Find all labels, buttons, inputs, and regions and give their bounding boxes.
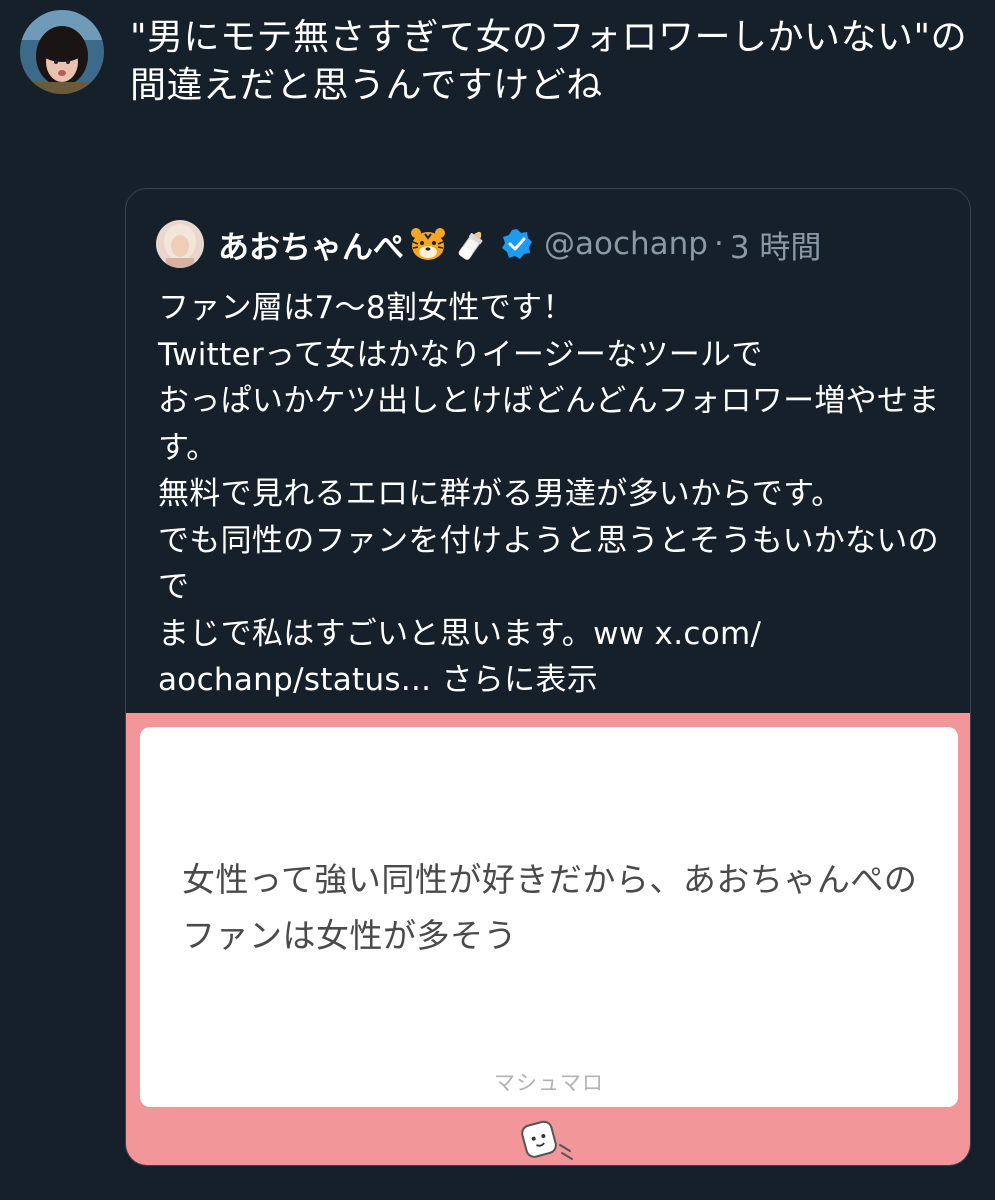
author-avatar[interactable]	[20, 10, 104, 94]
marshmallow-image[interactable]: 女性って強い同性が好きだから、あおちゃんぺのファンは女性が多そう マシュマロ	[126, 713, 970, 1165]
verified-badge-icon	[500, 227, 534, 261]
separator-dot: ·	[713, 226, 724, 262]
quoted-tweet-body: ファン層は7〜8割女性です！ Twitterって女はかなりイージーなツールで お…	[158, 285, 948, 704]
quoted-tweet-time[interactable]: 3 時間	[730, 222, 822, 267]
marshmallow-card: 女性って強い同性が好きだから、あおちゃんぺのファンは女性が多そう マシュマロ	[140, 727, 958, 1107]
tweet-text: "男にモテ無さすぎて女のフォロワーしかいない"の間違えだと思うんですけどね	[130, 17, 968, 106]
tiger-face-icon	[408, 224, 448, 264]
show-more-link[interactable]: さらに表示	[442, 662, 599, 698]
marshmallow-question: 女性って強い同性が好きだから、あおちゃんぺのファンは女性が多そう	[182, 860, 918, 955]
quoted-tweet[interactable]: あおちゃんぺ @aochanp · 3 時間 ファン層は7〜8割女性です！ Tw…	[125, 188, 971, 1166]
baby-bottle-icon	[452, 224, 492, 264]
quoted-tweet-header: あおちゃんぺ @aochanp · 3 時間	[156, 219, 956, 269]
quoted-author-name[interactable]: あおちゃんぺ	[218, 222, 404, 267]
marshmallow-brand-label: マシュマロ	[494, 1071, 604, 1095]
quoted-tweet-text: ファン層は7〜8割女性です！ Twitterって女はかなりイージーなツールで お…	[158, 290, 940, 698]
marshmallow-logo-icon	[514, 1117, 584, 1163]
quoted-author-handle[interactable]: @aochanp	[544, 226, 708, 262]
quoted-author-avatar[interactable]	[156, 220, 204, 268]
